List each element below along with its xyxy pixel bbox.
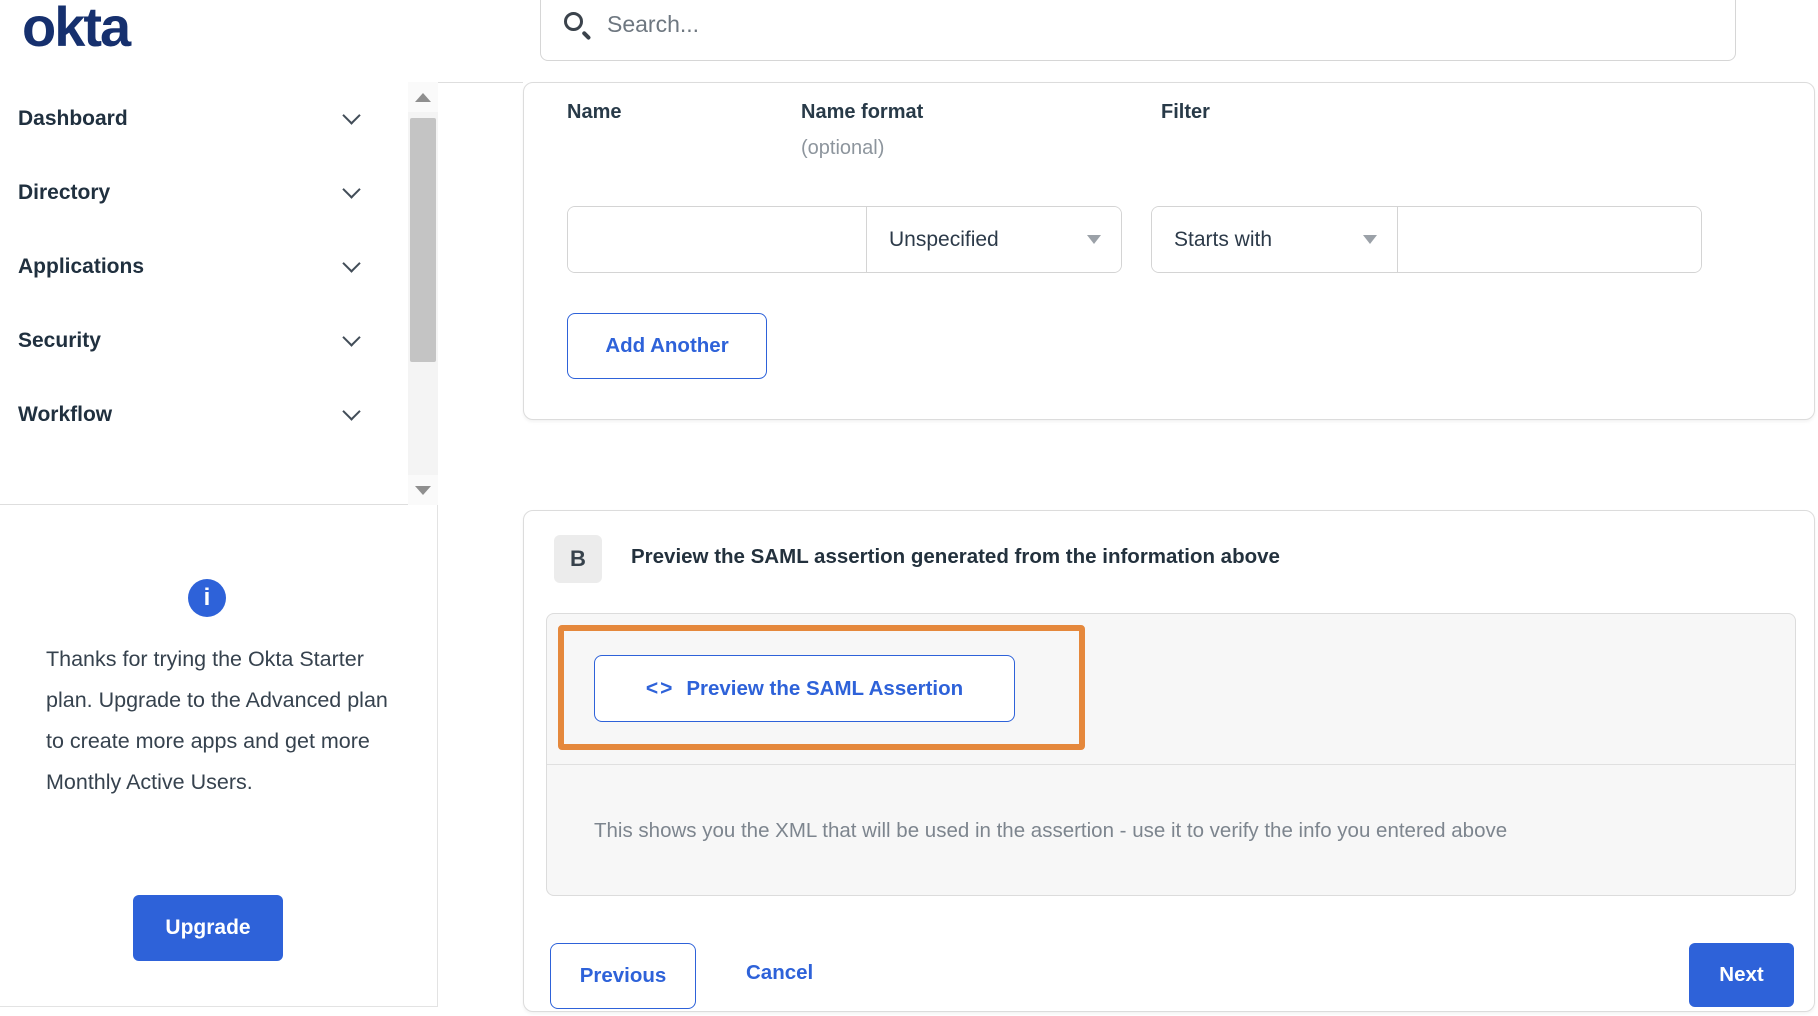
sidebar-nav-list: Dashboard Directory Applications Securit… bbox=[0, 82, 408, 452]
name-field-group: Unspecified bbox=[567, 206, 1122, 273]
filter-input[interactable] bbox=[1397, 207, 1701, 272]
chevron-down-icon bbox=[342, 254, 361, 273]
previous-button[interactable]: Previous bbox=[550, 943, 696, 1009]
preview-assertion-card: B Preview the SAML assertion generated f… bbox=[523, 510, 1815, 1012]
filter-column-label: Filter bbox=[1161, 101, 1210, 123]
plan-upsell-panel: i Thanks for trying the Okta Starter pla… bbox=[0, 505, 438, 1007]
code-icon: <> bbox=[645, 676, 675, 700]
sidebar-item-dashboard[interactable]: Dashboard bbox=[0, 82, 408, 156]
cancel-link[interactable]: Cancel bbox=[746, 961, 813, 985]
dropdown-arrow-icon bbox=[1363, 235, 1377, 244]
preview-panel-top: <> Preview the SAML Assertion bbox=[547, 614, 1795, 765]
attribute-statements-card: Name Name format (optional) Filter Unspe… bbox=[523, 82, 1815, 420]
sidebar-item-workflow[interactable]: Workflow bbox=[0, 378, 408, 452]
filter-field-group: Starts with bbox=[1151, 206, 1702, 273]
panel-description: This shows you the XML that will be used… bbox=[594, 819, 1508, 842]
search-input[interactable] bbox=[607, 11, 1607, 38]
sidebar-item-applications[interactable]: Applications bbox=[0, 230, 408, 304]
chevron-down-icon bbox=[342, 328, 361, 347]
sidebar-nav: Dashboard Directory Applications Securit… bbox=[0, 82, 438, 505]
name-format-column-label: Name format bbox=[801, 101, 924, 123]
name-format-select[interactable]: Unspecified bbox=[866, 207, 1121, 272]
section-title: Preview the SAML assertion generated fro… bbox=[631, 545, 1280, 568]
chevron-down-icon bbox=[342, 106, 361, 125]
section-badge: B bbox=[554, 535, 602, 583]
global-search bbox=[540, 0, 1736, 61]
upgrade-button[interactable]: Upgrade bbox=[133, 895, 283, 961]
scrollbar-thumb[interactable] bbox=[410, 118, 436, 362]
info-icon: i bbox=[188, 579, 226, 617]
next-button[interactable]: Next bbox=[1689, 943, 1794, 1007]
filter-type-select[interactable]: Starts with bbox=[1152, 207, 1397, 272]
scroll-up-icon[interactable] bbox=[408, 82, 438, 112]
sidebar-item-directory[interactable]: Directory bbox=[0, 156, 408, 230]
name-format-hint: (optional) bbox=[801, 137, 885, 159]
name-input[interactable] bbox=[568, 207, 866, 272]
upsell-message: Thanks for trying the Okta Starter plan.… bbox=[46, 647, 388, 794]
dropdown-arrow-icon bbox=[1087, 235, 1101, 244]
preview-panel: <> Preview the SAML Assertion This shows… bbox=[546, 613, 1796, 896]
okta-admin-page: okta Dashboard Directory Applications Se… bbox=[0, 0, 1818, 1016]
add-another-button[interactable]: Add Another bbox=[567, 313, 767, 379]
chevron-down-icon bbox=[342, 402, 361, 421]
preview-saml-button[interactable]: <> Preview the SAML Assertion bbox=[594, 655, 1015, 722]
scroll-down-icon[interactable] bbox=[408, 475, 438, 505]
search-icon bbox=[563, 10, 593, 40]
name-column-label: Name bbox=[567, 101, 622, 123]
okta-logo: okta bbox=[22, 0, 131, 58]
chevron-down-icon bbox=[342, 180, 361, 199]
sidebar-item-security[interactable]: Security bbox=[0, 304, 408, 378]
sidebar-scrollbar[interactable] bbox=[408, 82, 438, 505]
